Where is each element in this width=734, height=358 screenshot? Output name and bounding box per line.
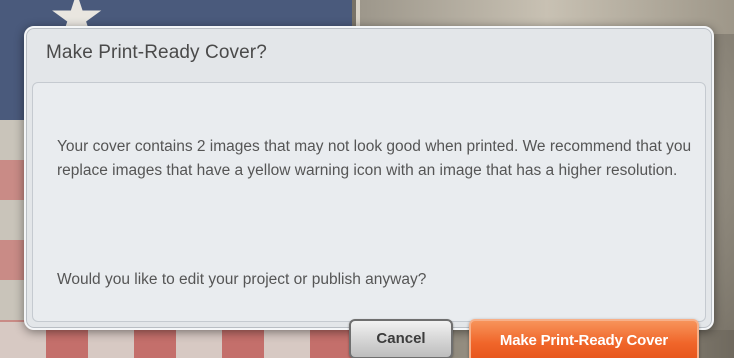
screen: ★ Make Print-Ready Cover? Your cover con… [0, 0, 734, 358]
dialog-question: Would you like to edit your project or p… [57, 271, 427, 288]
print-ready-dialog: Make Print-Ready Cover? Your cover conta… [24, 26, 714, 358]
dialog-title: Make Print-Ready Cover? [46, 42, 267, 63]
make-print-ready-cover-button[interactable]: Make Print-Ready Cover [469, 319, 699, 358]
dialog-message: Your cover contains 2 images that may no… [57, 138, 692, 179]
cancel-button[interactable]: Cancel [349, 319, 453, 358]
dialog-body: Your cover contains 2 images that may no… [32, 82, 706, 358]
